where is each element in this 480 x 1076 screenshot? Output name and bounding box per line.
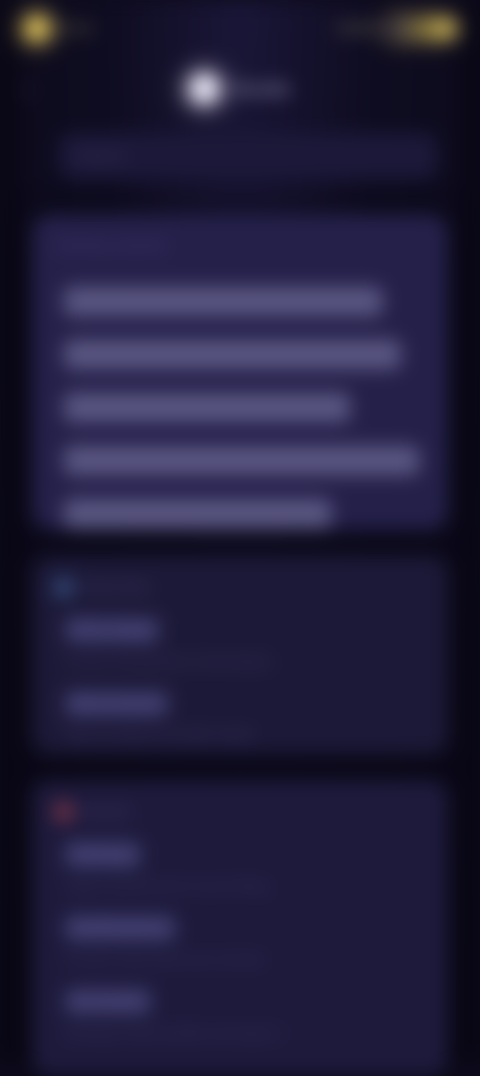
overview-heading: Overview: [56, 578, 423, 595]
status-time: 9:41: [60, 19, 95, 38]
list-item-title: First steps: [64, 617, 160, 644]
intro-line: Welcome to your guide for the day ahead: [64, 275, 424, 328]
battery-label: 100%: [335, 19, 379, 38]
list-item-desc: Tips on what to try after setup: [64, 726, 253, 743]
logo-icon: [188, 73, 220, 105]
intro-line: Tap any section below to read more about…: [64, 328, 424, 381]
intro-line: chapters and use the search box to find …: [64, 435, 424, 488]
list-item[interactable]: First steps A short introduction to the …: [64, 617, 424, 672]
intro-line-text: Tap any section below to read more about…: [64, 340, 401, 369]
status-bar: 9:41 100%: [0, 10, 480, 47]
overview-heading-text: Overview: [80, 578, 149, 595]
intro-line-text: quickly without leaving this screen.: [64, 499, 331, 528]
list-item[interactable]: Next moves Tips on what to try after set…: [64, 690, 424, 746]
details-card[interactable]: Details Settings Adjust preferences to y…: [31, 780, 449, 1076]
right-edge-shade: [444, 0, 480, 1061]
left-edge-shade: [0, 0, 37, 1061]
intro-line-text: chapters and use the search box to find …: [64, 446, 419, 475]
app-screen: 9:41 100% ‹ Guide Search Getting started…: [0, 0, 480, 1076]
details-heading-text: Details: [80, 802, 132, 820]
back-button[interactable]: ‹: [24, 75, 53, 101]
list-item[interactable]: Notifications Choose what alerts you rec…: [64, 915, 424, 970]
intro-line-text: Swipe left and right to move between: [64, 393, 349, 422]
details-heading: Details: [56, 803, 423, 820]
intro-line: quickly without leaving this screen.: [64, 488, 424, 541]
search-placeholder: Search: [76, 147, 126, 165]
list-item-desc: Adjust preferences to your liking: [64, 877, 268, 894]
intro-paragraph: Welcome to your guide for the day ahead …: [64, 275, 424, 541]
list-item-title: Next moves: [64, 690, 169, 718]
status-left: 9:41: [23, 15, 95, 42]
red-dot-icon: [56, 805, 71, 820]
list-item-title: Notifications: [64, 915, 176, 942]
list-item-desc: Manage linked profiles and sign-in: [64, 1024, 282, 1041]
battery-icon: [384, 17, 457, 40]
list-item[interactable]: Accounts Manage linked profiles and sign…: [64, 988, 424, 1044]
list-item-desc: A short introduction to the basics: [64, 653, 271, 670]
list-item-title: Settings: [64, 841, 142, 869]
search-input[interactable]: Search: [58, 132, 438, 180]
intro-card[interactable]: Getting started Welcome to your guide fo…: [31, 214, 449, 531]
blue-dot-icon: [56, 580, 71, 595]
intro-line: Swipe left and right to move between: [64, 381, 424, 434]
intro-line-text: Welcome to your guide for the day ahead: [64, 287, 382, 316]
list-item[interactable]: Settings Adjust preferences to your liki…: [64, 841, 424, 897]
page-title: Guide: [233, 78, 291, 99]
list-item-desc: Choose what alerts you receive: [64, 950, 264, 968]
status-indicator-icon: [23, 15, 51, 42]
intro-heading: Getting started: [56, 236, 166, 253]
status-right: 100%: [335, 17, 457, 40]
overview-card[interactable]: Overview First steps A short introductio…: [31, 555, 449, 755]
header: ‹ Guide: [0, 63, 480, 114]
list-item-title: Accounts: [64, 988, 152, 1016]
